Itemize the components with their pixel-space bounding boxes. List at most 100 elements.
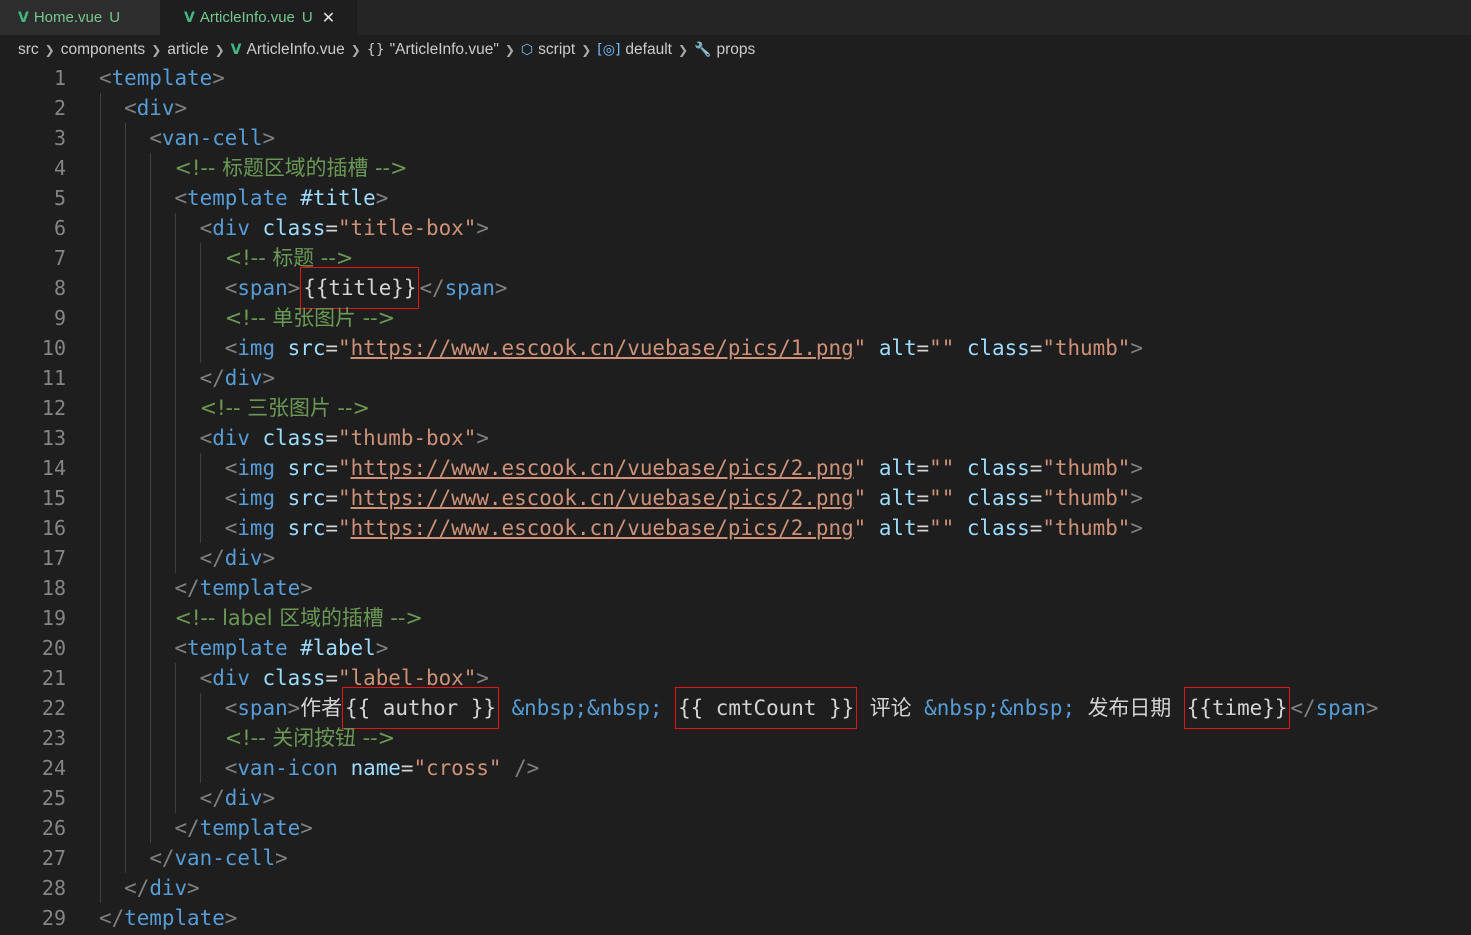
code-text: <template> bbox=[99, 66, 225, 90]
code-line: 2 <div> bbox=[0, 93, 1471, 123]
line-number: 22 bbox=[41, 696, 66, 720]
code-text: </template> bbox=[174, 816, 313, 840]
code-text: <img src="https://www.escook.cn/vuebase/… bbox=[224, 486, 1143, 510]
untracked-badge: U bbox=[109, 9, 121, 26]
wrench-icon: 🔧 bbox=[694, 41, 712, 58]
chevron-right-icon: ❯ bbox=[214, 42, 225, 57]
line-number: 7 bbox=[53, 246, 66, 270]
line-number: 17 bbox=[41, 546, 66, 570]
code-line: 3 <van-cell> bbox=[0, 123, 1471, 153]
variable-icon: [◎] bbox=[597, 41, 621, 58]
line-number: 3 bbox=[53, 126, 66, 150]
breadcrumb-item-article[interactable]: article bbox=[167, 41, 208, 59]
code-line: 8 <span> {{title}} </span> bbox=[0, 267, 1471, 309]
vue-file-icon: V bbox=[18, 9, 29, 26]
line-number: 1 bbox=[53, 66, 66, 90]
line-number: 27 bbox=[41, 846, 66, 870]
line-number: 28 bbox=[41, 876, 66, 900]
line-number: 16 bbox=[41, 516, 66, 540]
tab-home-vue[interactable]: V Home.vue U bbox=[0, 0, 160, 35]
breadcrumb-item-components[interactable]: components bbox=[61, 41, 145, 59]
line-number: 5 bbox=[53, 186, 66, 210]
code-line: 15 <img src="https://www.escook.cn/vueba… bbox=[0, 483, 1471, 513]
line-number: 25 bbox=[41, 786, 66, 810]
code-text: <div class="thumb-box"> bbox=[199, 426, 489, 450]
untracked-badge: U bbox=[301, 9, 313, 26]
line-number: 13 bbox=[41, 426, 66, 450]
chevron-right-icon: ❯ bbox=[581, 42, 592, 57]
line-number: 15 bbox=[41, 486, 66, 510]
code-line: 7 <!-- 标题 --> bbox=[0, 243, 1471, 273]
chevron-right-icon: ❯ bbox=[504, 42, 515, 57]
code-text: </div> bbox=[199, 366, 276, 390]
breadcrumb: src ❯ components ❯ article ❯ V ArticleInf… bbox=[18, 36, 755, 63]
line-number: 19 bbox=[41, 606, 66, 630]
code-line: 26 </template> bbox=[0, 813, 1471, 843]
line-number: 9 bbox=[53, 306, 66, 330]
url-link[interactable]: https://www.escook.cn/vuebase/pics/2.png bbox=[351, 516, 854, 540]
code-line: 13 <div class="thumb-box"> bbox=[0, 423, 1471, 453]
code-line: 24 <van-icon name="cross" /> bbox=[0, 753, 1471, 783]
line-number: 26 bbox=[41, 816, 66, 840]
breadcrumb-item-module[interactable]: {} "ArticleInfo.vue" bbox=[367, 41, 499, 59]
code-text: </template> bbox=[174, 576, 313, 600]
line-number: 20 bbox=[41, 636, 66, 660]
code-line: 23 <!-- 关闭按钮 --> bbox=[0, 723, 1471, 753]
code-line: 4 <!-- 标题区域的插槽 --> bbox=[0, 153, 1471, 183]
code-line: 20 <template #label> bbox=[0, 633, 1471, 663]
code-text: <van-icon name="cross" /> bbox=[224, 756, 540, 780]
cube-icon: ⬡ bbox=[520, 41, 534, 58]
line-number: 14 bbox=[41, 456, 66, 480]
line-number: 24 bbox=[41, 756, 66, 780]
tab-label: Home.vue bbox=[33, 9, 103, 26]
chevron-right-icon: ❯ bbox=[350, 42, 361, 57]
breadcrumb-item-script[interactable]: ⬡ script bbox=[521, 41, 575, 59]
tab-bar: V Home.vue U V ArticleInfo.vue U ✕ bbox=[0, 0, 1471, 35]
code-line: 18 </template> bbox=[0, 573, 1471, 603]
code-text: <div> bbox=[124, 96, 188, 120]
code-line: 29 </template> bbox=[0, 903, 1471, 933]
code-text: <!-- 三张图片 --> bbox=[199, 396, 371, 420]
code-text: <img src="https://www.escook.cn/vuebase/… bbox=[224, 336, 1143, 360]
code-line: 16 <img src="https://www.escook.cn/vueba… bbox=[0, 513, 1471, 543]
code-text: <!-- 关闭按钮 --> bbox=[224, 726, 396, 750]
url-link[interactable]: https://www.escook.cn/vuebase/pics/2.png bbox=[351, 486, 854, 510]
code-text: <!-- 标题区域的插槽 --> bbox=[174, 156, 408, 180]
tab-label: ArticleInfo.vue bbox=[199, 9, 295, 26]
code-line: 9 <!-- 单张图片 --> bbox=[0, 303, 1471, 333]
code-line: 12 <!-- 三张图片 --> bbox=[0, 393, 1471, 423]
code-line: 22 <span>作者{{ author }} &nbsp;&nbsp; {{ … bbox=[0, 687, 1471, 729]
braces-icon: {} bbox=[366, 41, 385, 58]
close-icon[interactable]: ✕ bbox=[322, 8, 335, 27]
code-text: <van-cell> bbox=[149, 126, 276, 150]
breadcrumb-item-file[interactable]: V ArticleInfo.vue bbox=[231, 41, 345, 59]
url-link[interactable]: https://www.escook.cn/vuebase/pics/1.png bbox=[351, 336, 854, 360]
code-line: 28 </div> bbox=[0, 873, 1471, 903]
code-text: <template #title> bbox=[174, 186, 389, 210]
line-number: 18 bbox=[41, 576, 66, 600]
code-line: 17 </div> bbox=[0, 543, 1471, 573]
code-text: <span>作者{{ author }} &nbsp;&nbsp; {{ cmt… bbox=[99, 687, 1378, 729]
code-line: 27 </van-cell> bbox=[0, 843, 1471, 873]
url-link[interactable]: https://www.escook.cn/vuebase/pics/2.png bbox=[351, 456, 854, 480]
code-editor[interactable]: 1 <template> 2 <div> 3 <van-cell> 4 <!--… bbox=[0, 63, 1471, 935]
chevron-right-icon: ❯ bbox=[44, 42, 55, 57]
code-line: 6 <div class="title-box"> bbox=[0, 213, 1471, 243]
line-number: 6 bbox=[53, 216, 66, 240]
tab-articleinfo-vue[interactable]: V ArticleInfo.vue U ✕ bbox=[160, 0, 357, 35]
breadcrumb-item-src[interactable]: src bbox=[18, 41, 39, 59]
line-number: 10 bbox=[41, 336, 66, 360]
code-line: 10 <img src="https://www.escook.cn/vueba… bbox=[0, 333, 1471, 363]
code-line: 19 <!-- label 区域的插槽 --> bbox=[0, 603, 1471, 633]
code-text: </van-cell> bbox=[149, 846, 288, 870]
code-line: 14 <img src="https://www.escook.cn/vueba… bbox=[0, 453, 1471, 483]
code-text: <!-- 单张图片 --> bbox=[224, 306, 396, 330]
line-number: 21 bbox=[41, 666, 66, 690]
line-number: 11 bbox=[41, 366, 66, 390]
breadcrumb-item-default[interactable]: [◎] default bbox=[597, 41, 672, 59]
code-text: <img src="https://www.escook.cn/vuebase/… bbox=[224, 516, 1143, 540]
breadcrumb-item-props[interactable]: 🔧 props bbox=[694, 41, 755, 59]
line-number: 29 bbox=[41, 906, 66, 930]
code-text: <template #label> bbox=[174, 636, 389, 660]
code-line: 11 </div> bbox=[0, 363, 1471, 393]
